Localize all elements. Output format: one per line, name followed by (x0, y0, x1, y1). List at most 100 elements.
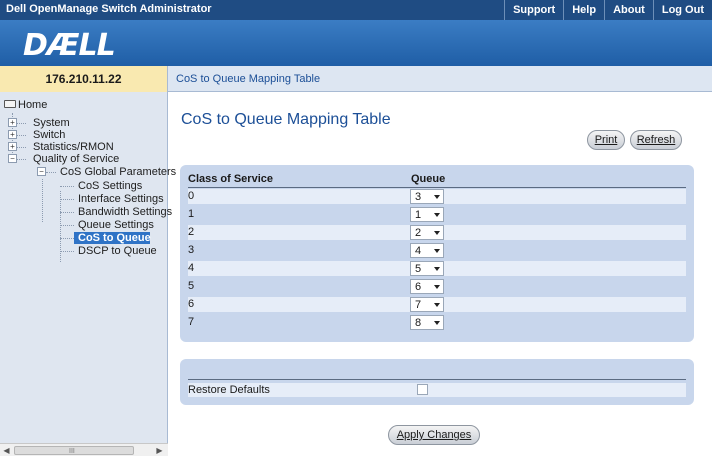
tree-connector (60, 225, 74, 226)
sidebar-item-label: Quality of Service (33, 153, 120, 165)
scroll-left-arrow-icon[interactable]: ◀ (1, 445, 12, 456)
cos-value: 7 (188, 316, 195, 328)
tree-connector (60, 251, 74, 252)
queue-select[interactable]: 4 (410, 243, 444, 258)
restore-defaults-label: Restore Defaults (188, 384, 270, 396)
table-header: Class of Service Queue (188, 173, 686, 188)
grip-icon: III (69, 448, 75, 455)
tree-connector (60, 212, 74, 213)
book-icon (4, 100, 16, 108)
queue-select-value: 8 (415, 317, 422, 329)
dropdown-arrow-icon (434, 321, 440, 325)
sidebar: Home + System + Switch + Statistics/RMON − Q… (0, 92, 176, 456)
expand-icon[interactable]: + (8, 130, 17, 139)
sidebar-item-label: Home (18, 99, 48, 111)
queue-select-value: 4 (415, 245, 422, 257)
dropdown-arrow-icon (434, 267, 440, 271)
cos-value: 4 (188, 262, 195, 274)
top-nav: Support Help About Log Out (504, 0, 712, 20)
sidebar-item-statistics[interactable]: + Statistics/RMON (8, 141, 114, 153)
tree-connector (42, 179, 43, 222)
apply-changes-button[interactable]: Apply Changes (388, 425, 480, 445)
cos-value: 6 (188, 298, 195, 310)
sidebar-item-dscp-to-queue[interactable]: DSCP to Queue (78, 245, 157, 257)
table-row: 2 2 (188, 225, 686, 240)
tree-connector (60, 238, 74, 239)
ip-address: 176.210.11.22 (0, 66, 168, 92)
dropdown-arrow-icon (434, 213, 440, 217)
top-bar: Dell OpenManage Switch Administrator Sup… (0, 0, 712, 20)
table-row: 5 6 (188, 279, 686, 294)
tree-connector (60, 199, 74, 200)
dell-logo: DÆLL (23, 28, 116, 63)
breadcrumb[interactable]: CoS to Queue Mapping Table (176, 66, 320, 92)
table-row: 4 5 (188, 261, 686, 276)
divider (188, 379, 686, 380)
queue-select-value: 7 (415, 299, 422, 311)
queue-select[interactable]: 2 (410, 225, 444, 240)
sidebar-item-label: Switch (33, 129, 66, 141)
sidebar-item-switch[interactable]: + Switch (8, 129, 65, 141)
sidebar-item-label: Statistics/RMON (33, 141, 114, 153)
sidebar-item-interface-settings[interactable]: Interface Settings (78, 193, 164, 205)
sidebar-item-system[interactable]: + System (8, 117, 70, 129)
cos-value: 2 (188, 226, 195, 238)
sidebar-item-label: System (33, 117, 70, 129)
table-row: 6 7 (188, 297, 686, 312)
cos-value: 0 (188, 190, 195, 202)
dropdown-arrow-icon (434, 231, 440, 235)
cos-value: 3 (188, 244, 195, 256)
tree-connector (60, 186, 74, 187)
queue-select-value: 6 (415, 281, 422, 293)
queue-select-value: 5 (415, 263, 422, 275)
dropdown-arrow-icon (434, 195, 440, 199)
queue-select-value: 2 (415, 227, 422, 239)
scrollbar-thumb[interactable]: III (14, 446, 134, 455)
dropdown-arrow-icon (434, 285, 440, 289)
queue-select[interactable]: 7 (410, 297, 444, 312)
collapse-icon[interactable]: − (37, 167, 46, 176)
sidebar-item-home[interactable]: Home (4, 99, 47, 111)
column-header-queue: Queue (411, 173, 446, 185)
sidebar-item-cos-global[interactable]: − CoS Global Parameters (37, 166, 176, 178)
cos-value: 5 (188, 280, 195, 292)
queue-select[interactable]: 8 (410, 315, 444, 330)
collapse-icon[interactable]: − (8, 154, 17, 163)
refresh-button[interactable]: Refresh (630, 130, 682, 150)
table-row: 3 4 (188, 243, 686, 258)
sidebar-item-queue-settings[interactable]: Queue Settings (78, 219, 154, 231)
queue-select[interactable]: 1 (410, 207, 444, 222)
cos-value: 1 (188, 208, 195, 220)
sidebar-scrollbar[interactable]: ◀ III ▶ (0, 443, 168, 456)
logo-band: DÆLL (0, 20, 712, 66)
sidebar-item-qos[interactable]: − Quality of Service (8, 153, 119, 165)
expand-icon[interactable]: + (8, 142, 17, 151)
sidebar-item-label: CoS Global Parameters (60, 166, 177, 178)
restore-defaults-checkbox[interactable] (417, 384, 428, 395)
queue-select[interactable]: 6 (410, 279, 444, 294)
column-header-cos: Class of Service (188, 173, 273, 185)
page-title: CoS to Queue Mapping Table (181, 111, 391, 128)
support-link[interactable]: Support (504, 0, 563, 20)
queue-select-value: 1 (415, 209, 422, 221)
queue-select[interactable]: 5 (410, 261, 444, 276)
sidebar-item-cos-to-queue[interactable]: CoS to Queue (74, 232, 151, 244)
sidebar-item-cos-settings[interactable]: CoS Settings (78, 180, 142, 192)
table-row: 0 3 (188, 189, 686, 204)
ip-row: 176.210.11.22 CoS to Queue Mapping Table (0, 66, 712, 92)
queue-select-value: 3 (415, 191, 422, 203)
help-link[interactable]: Help (563, 0, 604, 20)
table-row: 7 8 (188, 315, 686, 330)
expand-icon[interactable]: + (8, 118, 17, 127)
table-row: 1 1 (188, 207, 686, 222)
dropdown-arrow-icon (434, 249, 440, 253)
scroll-right-arrow-icon[interactable]: ▶ (154, 445, 165, 456)
restore-panel (180, 359, 694, 405)
restore-defaults-row: Restore Defaults (188, 383, 686, 397)
print-button[interactable]: Print (587, 130, 625, 150)
about-link[interactable]: About (604, 0, 653, 20)
sidebar-item-bandwidth-settings[interactable]: Bandwidth Settings (78, 206, 172, 218)
dropdown-arrow-icon (434, 303, 440, 307)
queue-select[interactable]: 3 (410, 189, 444, 204)
logout-link[interactable]: Log Out (652, 0, 712, 20)
